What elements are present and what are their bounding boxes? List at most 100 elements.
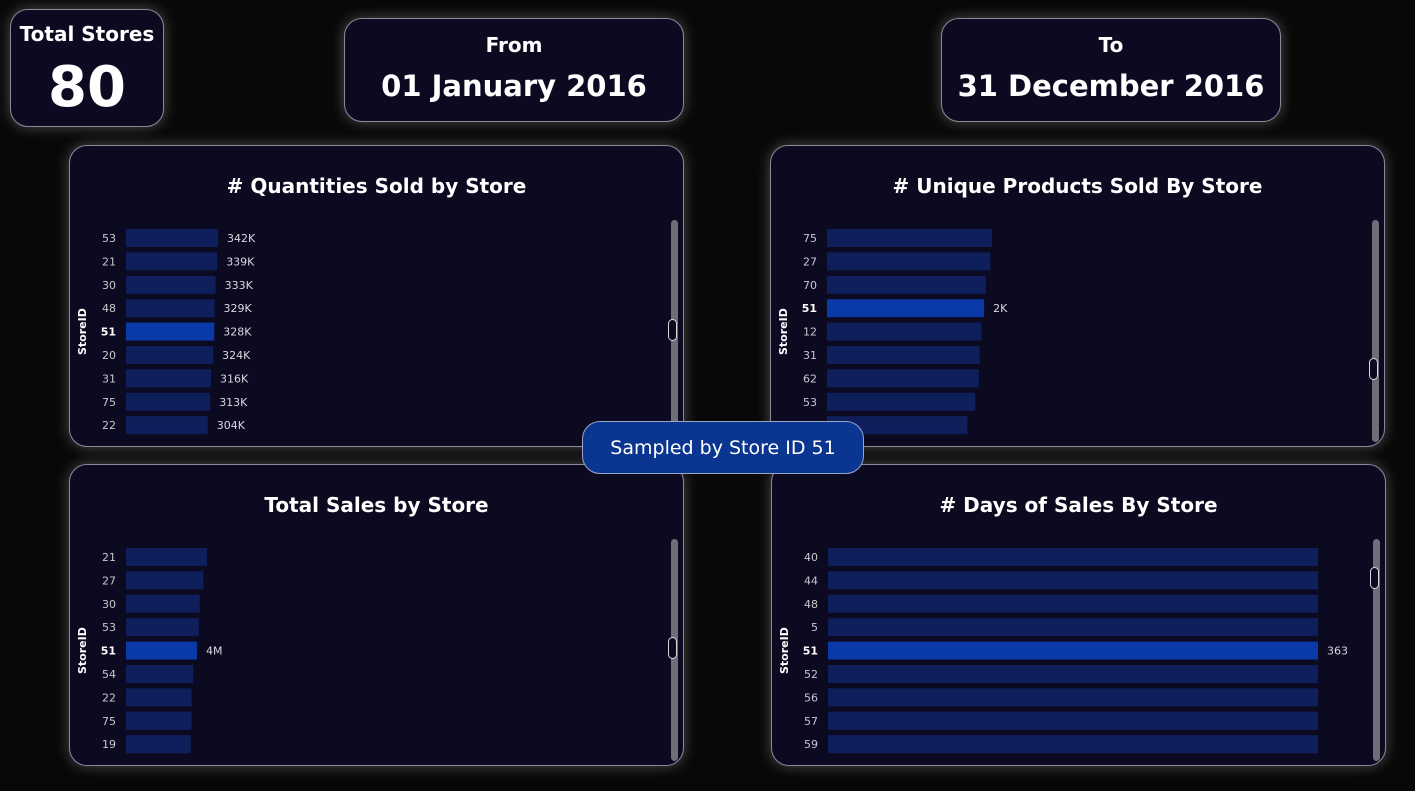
bar[interactable]	[126, 735, 191, 754]
y-tick-label: 5	[811, 621, 818, 634]
data-label: 333K	[225, 279, 254, 292]
bar[interactable]	[827, 346, 980, 364]
y-tick-label: 44	[804, 574, 818, 587]
from-date-value: 01 January 2016	[381, 69, 647, 103]
chart-scrollbar[interactable]	[1369, 220, 1379, 442]
y-tick-label: 57	[804, 715, 818, 728]
bar[interactable]	[828, 665, 1318, 683]
chart-scrollbar[interactable]	[668, 539, 678, 761]
scrollbar-thumb[interactable]	[1370, 567, 1379, 589]
bar[interactable]	[126, 416, 208, 435]
bar[interactable]	[126, 275, 216, 294]
bar[interactable]	[126, 346, 214, 364]
to-date-card[interactable]: To 31 December 2016	[941, 18, 1281, 122]
data-label: 329K	[224, 302, 253, 315]
bar[interactable]	[126, 299, 215, 318]
y-tick-label: 27	[102, 574, 116, 587]
y-tick-label: 51	[101, 645, 116, 658]
y-tick-label: 20	[102, 349, 116, 362]
y-tick-label: 70	[803, 279, 817, 292]
days-of-sales-chart: StoreID 40 44 48 5 51 363 52 56 57 59	[778, 548, 1348, 754]
y-tick-label: 51	[803, 645, 818, 658]
bar[interactable]	[126, 665, 194, 683]
y-tick-label: 51	[101, 326, 116, 339]
data-label: 2K	[993, 302, 1008, 315]
total-stores-card: Total Stores 80	[10, 9, 164, 127]
bar[interactable]	[828, 688, 1318, 707]
y-tick-label: 19	[102, 738, 116, 751]
y-tick-label: 75	[102, 715, 116, 728]
y-tick-label: 48	[804, 598, 818, 611]
bar[interactable]	[828, 641, 1318, 660]
bar[interactable]	[827, 229, 992, 247]
days-of-sales-chart-card: # Days of Sales By Store StoreID 40 44 48 5 5…	[771, 464, 1386, 766]
bar[interactable]	[126, 594, 200, 613]
bar[interactable]	[827, 275, 986, 294]
bar[interactable]	[126, 229, 218, 247]
y-tick-label: 48	[102, 302, 116, 315]
data-label: 316K	[220, 372, 249, 385]
bar[interactable]	[828, 571, 1318, 590]
y-tick-label: 51	[802, 302, 817, 315]
bar[interactable]	[126, 688, 192, 707]
scrollbar-thumb[interactable]	[668, 319, 677, 341]
bar[interactable]	[827, 252, 991, 271]
bar[interactable]	[827, 369, 979, 388]
total-stores-value: 80	[48, 55, 126, 120]
y-tick-label: 21	[102, 551, 116, 564]
scrollbar-thumb[interactable]	[668, 637, 677, 659]
bar[interactable]	[828, 548, 1318, 566]
bar[interactable]	[126, 641, 197, 660]
total-sales-chart: StoreID 21 27 30 53 51 4M 54 22 75 19	[76, 548, 223, 754]
data-label: 363	[1327, 645, 1348, 658]
sample-store-button[interactable]: Sampled by Store ID 51	[582, 421, 864, 474]
bar[interactable]	[126, 618, 199, 637]
bar[interactable]	[828, 711, 1318, 730]
y-tick-label: 22	[102, 419, 116, 432]
bar[interactable]	[126, 548, 207, 566]
y-tick-label: 59	[804, 738, 818, 751]
y-tick-label: 30	[102, 279, 116, 292]
total-stores-label: Total Stores	[19, 22, 155, 46]
bar[interactable]	[126, 711, 192, 730]
y-tick-label: 31	[102, 372, 116, 385]
bar[interactable]	[126, 252, 218, 271]
bar[interactable]	[827, 392, 976, 411]
bar[interactable]	[126, 392, 211, 411]
y-axis-label: StoreID	[76, 627, 89, 674]
y-tick-label: 56	[804, 691, 818, 704]
y-axis-label: StoreID	[778, 627, 791, 674]
bar[interactable]	[126, 369, 212, 388]
bar[interactable]	[827, 322, 982, 341]
bar[interactable]	[828, 735, 1318, 754]
data-label: 4M	[206, 645, 223, 658]
chart-scrollbar[interactable]	[668, 220, 678, 442]
bar[interactable]	[126, 322, 215, 341]
from-date-label: From	[485, 33, 543, 57]
y-tick-label: 62	[803, 372, 817, 385]
quantities-sold-chart: StoreID 53 342K 21 339K 30 333K 48 329K 51 328K 20 3…	[76, 229, 256, 435]
y-tick-label: 75	[102, 396, 116, 409]
y-tick-label: 53	[803, 396, 817, 409]
y-tick-label: 54	[102, 668, 116, 681]
y-tick-label: 52	[804, 668, 818, 681]
y-tick-label: 75	[803, 232, 817, 245]
y-tick-label: 31	[803, 349, 817, 362]
data-label: 342K	[227, 232, 256, 245]
chart-scrollbar[interactable]	[1370, 539, 1380, 761]
data-label: 324K	[222, 349, 251, 362]
to-date-value: 31 December 2016	[957, 69, 1265, 103]
from-date-card[interactable]: From 01 January 2016	[344, 18, 684, 122]
data-label: 339K	[226, 255, 255, 268]
y-tick-label: 30	[102, 598, 116, 611]
bar[interactable]	[828, 594, 1318, 613]
scrollbar-thumb[interactable]	[1369, 358, 1378, 380]
unique-products-chart: StoreID752770512K1231625340	[777, 229, 1008, 435]
data-label: 313K	[219, 396, 248, 409]
bar[interactable]	[126, 571, 204, 590]
y-tick-label: 53	[102, 232, 116, 245]
y-tick-label: 53	[102, 621, 116, 634]
bar[interactable]	[828, 618, 1318, 637]
to-date-label: To	[1098, 33, 1124, 57]
bar[interactable]	[827, 299, 985, 318]
